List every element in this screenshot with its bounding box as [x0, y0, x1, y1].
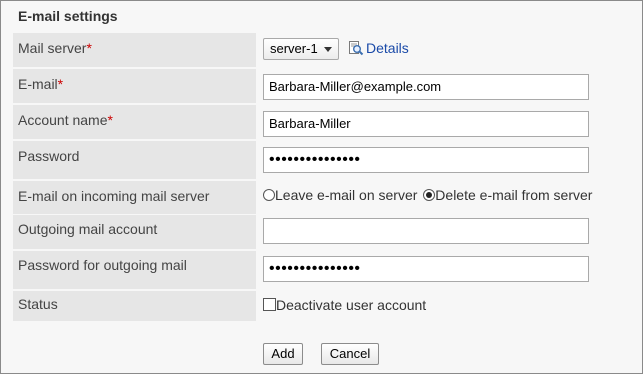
password-field[interactable]: ••••••••••••••• — [263, 147, 589, 173]
delete-email-label: Delete e-mail from server — [435, 187, 593, 203]
email-field[interactable]: Barbara-Miller@example.com — [263, 74, 589, 100]
delete-email-option[interactable]: Delete e-mail from server — [423, 187, 592, 203]
status-label: Status — [18, 296, 58, 312]
account-name-field[interactable]: Barbara-Miller — [263, 111, 589, 137]
deactivate-label: Deactivate user account — [276, 297, 427, 313]
details-link[interactable]: Details — [348, 38, 409, 58]
status-label-cell: Status — [13, 291, 256, 321]
password-label-cell: Password — [13, 141, 256, 179]
password-label: Password — [18, 148, 80, 164]
outgoing-account-label: Outgoing mail account — [18, 221, 158, 237]
email-label-cell: E-mail* — [13, 69, 256, 103]
caret-down-icon — [324, 47, 332, 52]
mail-server-select[interactable]: server-1 — [263, 38, 339, 60]
section-title: E-mail settings — [18, 8, 118, 24]
outgoing-account-field[interactable] — [263, 218, 589, 244]
incoming-label-cell: E-mail on incoming mail server — [13, 181, 256, 214]
mail-server-selected: server-1 — [270, 41, 318, 56]
incoming-radio-group: Leave e-mail on server Delete e-mail fro… — [263, 187, 592, 203]
email-label: E-mail — [18, 76, 58, 92]
outgoing-password-field[interactable]: ••••••••••••••• — [263, 256, 589, 282]
magnifier-document-icon — [349, 41, 364, 56]
required-mark: * — [57, 76, 64, 92]
outgoing-account-label-cell: Outgoing mail account — [13, 215, 256, 249]
mail-server-label-cell: Mail server* — [13, 33, 256, 67]
leave-email-label: Leave e-mail on server — [275, 187, 418, 203]
mail-server-label: Mail server — [18, 40, 87, 56]
details-link-label: Details — [366, 40, 409, 56]
deactivate-checkbox[interactable] — [263, 298, 276, 311]
outgoing-password-label-cell: Password for outgoing mail — [13, 251, 256, 289]
account-name-label-cell: Account name* — [13, 105, 256, 139]
cancel-button[interactable]: Cancel — [321, 343, 379, 365]
email-settings-panel: E-mail settings Mail server* server-1 De… — [0, 0, 643, 374]
deactivate-option[interactable]: Deactivate user account — [263, 297, 426, 313]
add-button[interactable]: Add — [263, 343, 303, 365]
incoming-label: E-mail on incoming mail server — [18, 188, 210, 204]
required-mark: * — [107, 112, 113, 128]
leave-email-option[interactable]: Leave e-mail on server — [263, 187, 417, 203]
required-mark: * — [86, 40, 92, 56]
leave-email-radio[interactable] — [263, 189, 275, 201]
outgoing-password-label: Password for outgoing mail — [18, 257, 187, 273]
delete-email-radio[interactable] — [423, 189, 436, 201]
account-name-label: Account name — [18, 112, 108, 128]
